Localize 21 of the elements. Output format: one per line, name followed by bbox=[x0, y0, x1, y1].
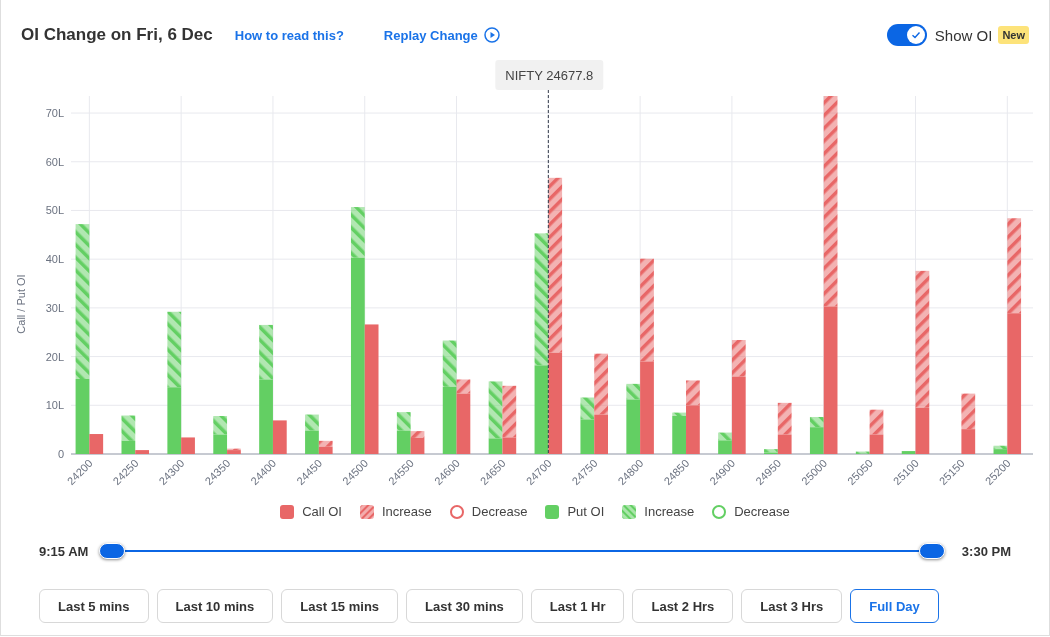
legend-label: Call OI bbox=[302, 504, 342, 519]
y-axis-label: 10L bbox=[45, 399, 64, 412]
y-axis-label: 60L bbox=[45, 155, 64, 168]
y-axis-label: 30L bbox=[45, 301, 64, 314]
y-axis-label: 40L bbox=[45, 253, 64, 266]
price-tooltip-text: NIFTY 24677.8 bbox=[505, 68, 594, 83]
chart-title: OI Change on Fri, 6 Dec bbox=[21, 25, 213, 45]
y-axis-label: 50L bbox=[45, 204, 64, 217]
y-axis-title: Call / Put OI bbox=[15, 274, 27, 334]
legend-label: Decrease bbox=[734, 504, 790, 519]
new-badge: New bbox=[998, 26, 1029, 44]
y-axis-label: 0 bbox=[57, 448, 64, 460]
legend-label: Increase bbox=[644, 504, 695, 519]
legend-label: Decrease bbox=[471, 504, 528, 519]
legend-label: Increase bbox=[381, 504, 432, 519]
y-axis-label: 70L bbox=[45, 107, 64, 120]
y-axis-label: 20L bbox=[45, 350, 64, 363]
toggle-label: Show OI bbox=[934, 26, 993, 44]
start-time: 9:15 AM bbox=[39, 543, 89, 559]
legend-label: Put OI bbox=[567, 504, 605, 519]
end-time: 3:30 PM bbox=[961, 543, 1011, 559]
